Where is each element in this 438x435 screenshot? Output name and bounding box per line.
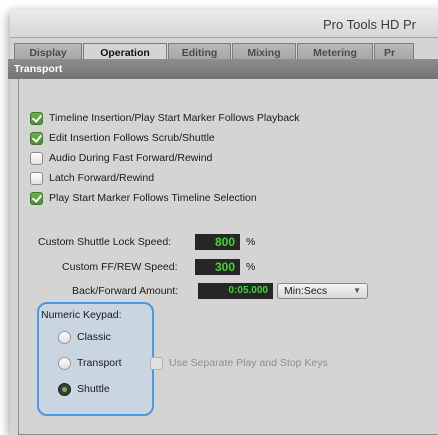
time-unit-dropdown[interactable]: Min:Secs ▼ [277, 283, 368, 299]
ff-rew-speed-label: Custom FF/REW Speed: [62, 261, 178, 273]
radio-label: Shuttle [77, 383, 110, 395]
radio-label: Transport [77, 357, 122, 369]
back-forward-amount-field[interactable]: 0:05.000 [198, 283, 273, 299]
shuttle-lock-speed-unit: % [246, 236, 256, 248]
radio-label: Classic [77, 331, 111, 343]
checkbox-row-separate-keys[interactable]: Use Separate Play and Stop Keys [150, 355, 328, 371]
radio-shuttle[interactable] [58, 382, 71, 396]
checkbox-audio-fast-forward[interactable] [30, 151, 43, 165]
radio-row-transport[interactable]: Transport [58, 355, 122, 371]
title-bar: Pro Tools HD Pr [10, 10, 438, 38]
shuttle-lock-speed-field[interactable]: 800 [195, 234, 240, 250]
shuttle-lock-speed-label: Custom Shuttle Lock Speed: [38, 236, 172, 248]
radio-row-shuttle[interactable]: Shuttle [58, 381, 110, 397]
checkbox-timeline-insertion[interactable] [30, 111, 43, 125]
checkbox-row-latch-forward[interactable]: Latch Forward/Rewind [30, 170, 154, 186]
checkbox-label: Latch Forward/Rewind [49, 172, 155, 184]
checkbox-label: Audio During Fast Forward/Rewind [49, 152, 213, 164]
radio-transport[interactable] [58, 356, 71, 370]
back-forward-amount-label: Back/Forward Amount: [72, 285, 179, 297]
checkbox-row-play-start-marker[interactable]: Play Start Marker Follows Timeline Selec… [30, 190, 257, 206]
checkbox-label: Use Separate Play and Stop Keys [169, 357, 328, 369]
checkbox-label: Play Start Marker Follows Timeline Selec… [49, 192, 257, 204]
ff-rew-speed-row: Custom FF/REW Speed: 300 % [62, 259, 255, 275]
ff-rew-speed-unit: % [246, 261, 256, 273]
time-unit-selected: Min:Secs [284, 285, 328, 297]
radio-classic[interactable] [58, 330, 71, 344]
checkbox-label: Edit Insertion Follows Scrub/Shuttle [49, 132, 215, 144]
checkbox-row-edit-insertion[interactable]: Edit Insertion Follows Scrub/Shuttle [30, 130, 215, 146]
checkbox-row-audio-fast-forward[interactable]: Audio During Fast Forward/Rewind [30, 150, 212, 166]
shuttle-lock-speed-row: Custom Shuttle Lock Speed: 800 % [38, 234, 255, 250]
checkbox-play-start-marker[interactable] [30, 191, 43, 205]
checkbox-row-timeline-insertion[interactable]: Timeline Insertion/Play Start Marker Fol… [30, 110, 300, 126]
checkbox-separate-keys[interactable] [150, 356, 163, 370]
back-forward-amount-row: Back/Forward Amount: 0:05.000 [72, 283, 273, 299]
checkbox-latch-forward[interactable] [30, 171, 43, 185]
radio-row-classic[interactable]: Classic [58, 329, 111, 345]
window-title: Pro Tools HD Pr [323, 17, 416, 32]
ff-rew-speed-field[interactable]: 300 [195, 259, 240, 275]
transport-section-header: Transport [8, 59, 438, 79]
dropdown-arrow-icon: ▼ [353, 286, 361, 295]
numeric-keypad-label: Numeric Keypad: [41, 309, 122, 321]
checkbox-edit-insertion[interactable] [30, 131, 43, 145]
checkbox-label: Timeline Insertion/Play Start Marker Fol… [49, 112, 300, 124]
